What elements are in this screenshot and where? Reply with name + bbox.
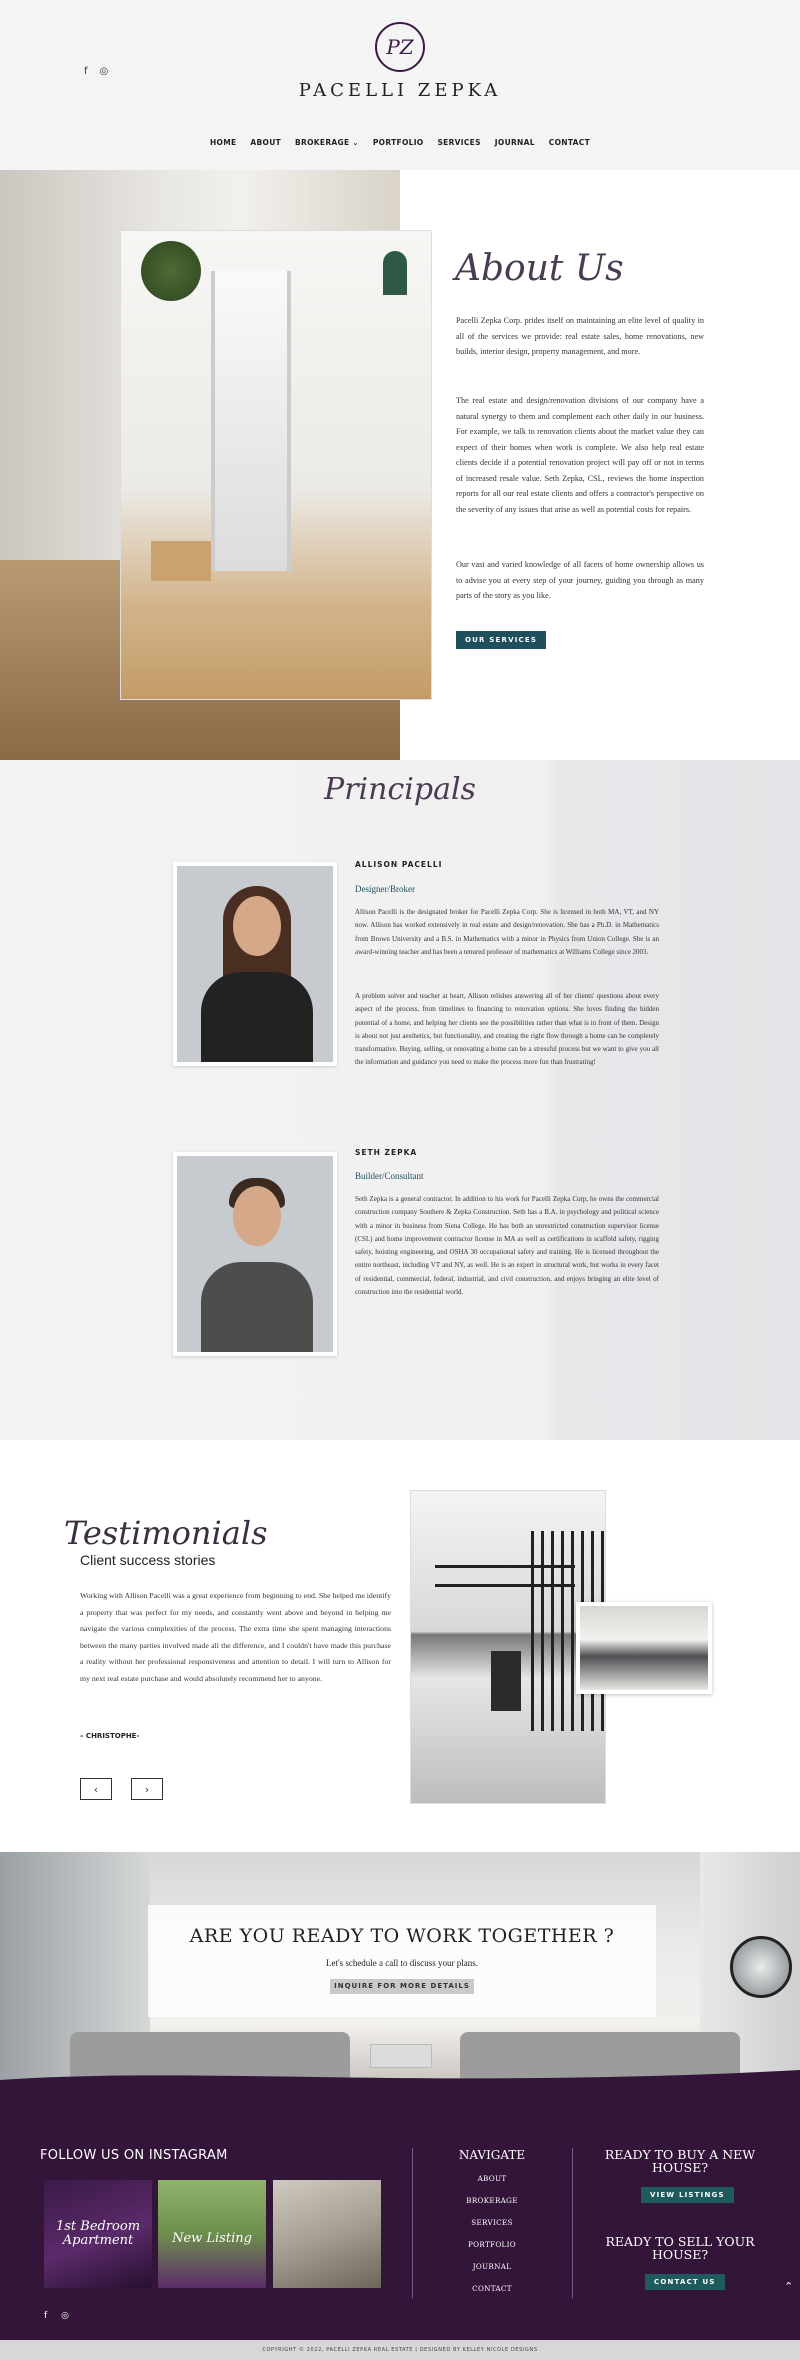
ready-to-sell-title: READY TO SELL YOUR HOUSE? bbox=[605, 2234, 755, 2262]
footer-divider bbox=[572, 2148, 573, 2298]
footer-nav-portfolio[interactable]: PORTFOLIO bbox=[412, 2234, 572, 2256]
footer-nav-services[interactable]: SERVICES bbox=[412, 2212, 572, 2234]
principal-name: ALLISON PACELLI bbox=[355, 860, 443, 869]
principal-name: SETH ZEPKA bbox=[355, 1148, 418, 1157]
testimonial-quote: Working with Allison Pacelli was a great… bbox=[80, 1591, 391, 1683]
chevron-left-icon: ‹ bbox=[93, 1782, 99, 1796]
brand-name[interactable]: PACELLI ZEPKA bbox=[0, 80, 800, 101]
logo-monogram-text: PZ bbox=[386, 35, 414, 59]
principal-role: Designer/Broker bbox=[355, 884, 415, 894]
instagram-post[interactable]: 1st Bedroom Apartment bbox=[44, 2180, 152, 2288]
view-listings-button[interactable]: VIEW LISTINGS bbox=[641, 2187, 734, 2203]
instagram-post[interactable] bbox=[273, 2180, 381, 2288]
testimonials-title: Testimonials bbox=[64, 1514, 268, 1552]
footer-social: f ◎ bbox=[44, 2311, 69, 2321]
nav-brokerage[interactable]: BROKERAGE ⌄ bbox=[295, 138, 359, 147]
chevron-right-icon: › bbox=[144, 1782, 150, 1796]
footer-nav-title: NAVIGATE bbox=[458, 2148, 526, 2162]
doorway bbox=[491, 1651, 521, 1711]
principals-title: Principals bbox=[324, 772, 476, 807]
main-nav: HOME ABOUT BROKERAGE ⌄ PORTFOLIO SERVICE… bbox=[0, 138, 800, 147]
scroll-to-top-icon[interactable]: ⌃ bbox=[784, 2280, 793, 2293]
portrait-face bbox=[233, 1186, 281, 1246]
testimonials-subtitle: Client success stories bbox=[80, 1552, 216, 1568]
hanging-plant bbox=[141, 241, 201, 301]
instagram-post-caption: New Listing bbox=[172, 2231, 252, 2246]
facebook-icon[interactable]: f bbox=[84, 66, 88, 77]
inquire-button[interactable]: INQUIRE FOR MORE DETAILS bbox=[330, 1979, 474, 1994]
testimonial-author: – CHRISTOPHE- bbox=[80, 1732, 140, 1740]
our-services-button[interactable]: OUR SERVICES bbox=[456, 631, 547, 649]
round-mirror bbox=[730, 1936, 792, 1998]
principal-bio-1: Allison Pacelli is the designated broker… bbox=[355, 908, 659, 956]
copyright-bar: COPYRIGHT © 2022, PACELLI ZEPKA REAL EST… bbox=[0, 2340, 800, 2360]
principal-bio-2: A problem solver and teacher at heart, A… bbox=[355, 992, 659, 1067]
portrait-face bbox=[233, 896, 281, 956]
instagram-post-caption: 1st Bedroom Apartment bbox=[55, 2219, 141, 2248]
about-hallway-photo bbox=[120, 230, 432, 700]
instagram-post[interactable]: New Listing bbox=[158, 2180, 266, 2288]
header-social: f ◎ bbox=[84, 66, 108, 77]
wall-sconce bbox=[383, 251, 407, 295]
principal-role: Builder/Consultant bbox=[355, 1171, 424, 1181]
coffee-table bbox=[370, 2044, 432, 2068]
portrait-seth bbox=[173, 1152, 337, 1356]
nav-services[interactable]: SERVICES bbox=[437, 138, 480, 147]
hallway-corridor bbox=[211, 271, 291, 571]
testimonial-inset-photo bbox=[576, 1602, 712, 1694]
instagram-title: FOLLOW US ON INSTAGRAM bbox=[40, 2148, 228, 2163]
footer-nav-about[interactable]: ABOUT bbox=[412, 2168, 572, 2190]
principal-bio-1: Seth Zepka is a general contractor. In a… bbox=[355, 1195, 659, 1297]
nav-portfolio[interactable]: PORTFOLIO bbox=[373, 138, 424, 147]
footer-nav-journal[interactable]: JOURNAL bbox=[412, 2256, 572, 2278]
logo-monogram[interactable]: PZ bbox=[375, 22, 425, 72]
footer-nav-brokerage[interactable]: BROKERAGE bbox=[412, 2190, 572, 2212]
about-paragraph-3: Our vast and varied knowledge of all fac… bbox=[456, 560, 704, 600]
contact-us-button[interactable]: CONTACT US bbox=[645, 2274, 725, 2290]
about-paragraph-2: The real estate and design/renovation di… bbox=[456, 396, 704, 514]
portrait-allison bbox=[173, 862, 337, 1066]
portrait-body bbox=[201, 972, 313, 1062]
wooden-bench bbox=[151, 541, 211, 581]
instagram-icon[interactable]: ◎ bbox=[61, 2311, 69, 2321]
ready-to-buy-title: READY TO BUY A NEW HOUSE? bbox=[604, 2147, 756, 2175]
testimonial-next-button[interactable]: › bbox=[131, 1778, 163, 1800]
nav-journal[interactable]: JOURNAL bbox=[495, 138, 535, 147]
nav-about[interactable]: ABOUT bbox=[250, 138, 281, 147]
footer-nav-contact[interactable]: CONTACT bbox=[412, 2278, 572, 2300]
cta-subtitle: Let's schedule a call to discuss your pl… bbox=[325, 1958, 479, 1968]
nav-contact[interactable]: CONTACT bbox=[549, 138, 590, 147]
instagram-icon[interactable]: ◎ bbox=[100, 66, 109, 77]
about-title: About Us bbox=[455, 248, 624, 289]
cta-box: ARE YOU READY TO WORK TOGETHER ? Let's s… bbox=[148, 1905, 656, 2017]
about-paragraph-1: Pacelli Zepka Corp. prides itself on mai… bbox=[456, 316, 704, 356]
cta-title: ARE YOU READY TO WORK TOGETHER ? bbox=[189, 1925, 615, 1947]
facebook-icon[interactable]: f bbox=[44, 2311, 47, 2321]
footer-nav: ABOUT BROKERAGE SERVICES PORTFOLIO JOURN… bbox=[412, 2168, 572, 2300]
portrait-body bbox=[201, 1262, 313, 1352]
testimonial-prev-button[interactable]: ‹ bbox=[80, 1778, 112, 1800]
nav-home[interactable]: HOME bbox=[210, 138, 236, 147]
